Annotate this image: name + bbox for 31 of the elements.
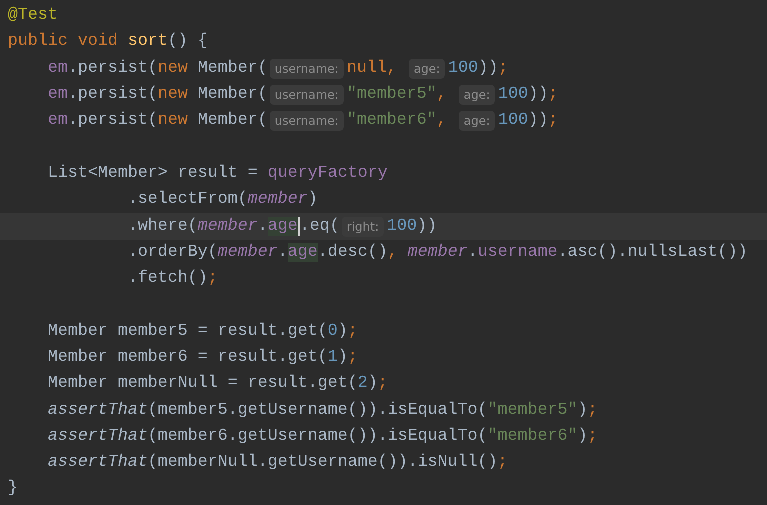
code-text: null,	[346, 58, 398, 79]
code-text: em.persist(new Member(	[46, 111, 268, 132]
code-text: assertThat(member6.getUsername()).isEqualTo("member6");	[46, 426, 598, 447]
parameter-hint: right:	[342, 216, 384, 237]
code-text: "member5",	[346, 85, 448, 106]
parameter-hint: age:	[408, 58, 446, 79]
code-text: @Test	[8, 6, 58, 26]
code-text: Member memberNull = result.get(2);	[46, 374, 388, 394]
code-text: }	[8, 479, 18, 500]
code-text: .fetch();	[126, 269, 218, 290]
code-text: em.persist(new Member(	[46, 58, 268, 79]
parameter-hint: username:	[270, 111, 344, 132]
parameter-hint: age:	[458, 85, 496, 106]
code-text: 100));	[498, 111, 558, 132]
code-text: assertThat(memberNull.getUsername()).isNull();	[46, 453, 508, 474]
code-text: assertThat(member5.getUsername()).isEqualTo("member5");	[46, 400, 598, 421]
code-text: List<Member> result = queryFactory	[46, 164, 388, 184]
code-text: Member member6 = result.get(1);	[46, 348, 358, 368]
code-text: Member member5 = result.get(0);	[46, 322, 358, 342]
parameter-hint: age:	[458, 111, 496, 132]
code-text: .orderBy(member.age.desc(), member.username.asc().nullsLast())	[126, 242, 748, 263]
code-text: .selectFrom(member)	[126, 190, 318, 210]
parameter-hint: username:	[270, 85, 344, 106]
code-text: .where(member.age.eq(	[126, 216, 340, 237]
code-text: "member6",	[346, 111, 448, 132]
code-text: 100));	[498, 85, 558, 106]
code-text: 100))	[387, 216, 438, 237]
parameter-hint: username:	[270, 58, 344, 79]
code-text: 100));	[448, 58, 508, 79]
code-text: public void sort() {	[8, 32, 208, 52]
code-text: em.persist(new Member(	[46, 85, 268, 106]
